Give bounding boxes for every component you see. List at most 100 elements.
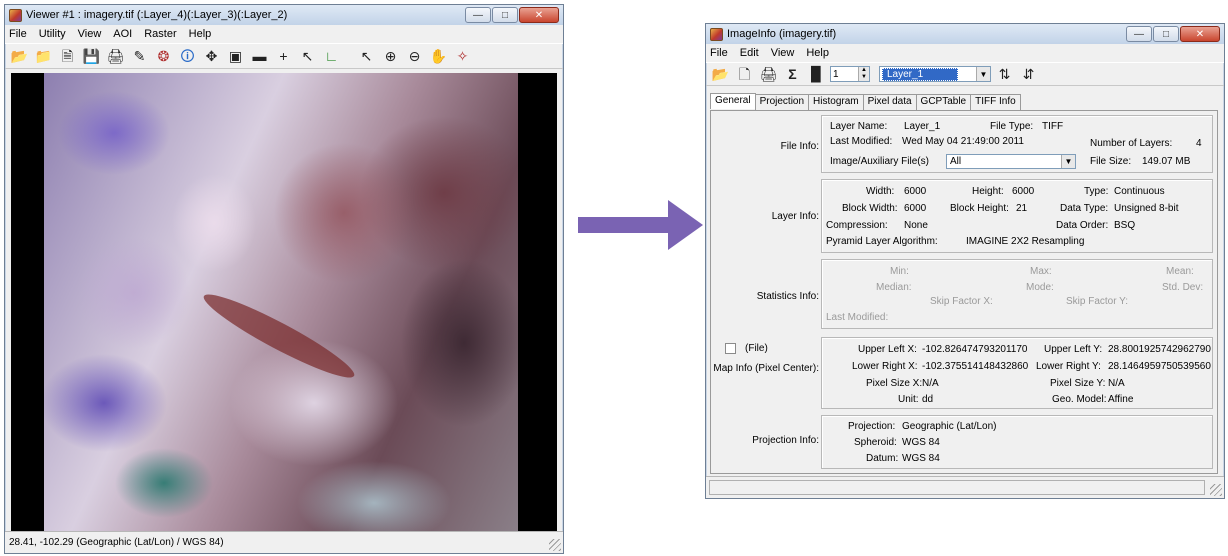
sort-down-icon[interactable]: ⇵	[1018, 64, 1039, 85]
menu-raster[interactable]: Raster	[144, 28, 176, 40]
layer-number-spinner[interactable]: 1 ▲ ▼	[830, 66, 870, 82]
general-panel: File Info: Layer Name: Layer_1 File Type…	[710, 110, 1218, 474]
viewer-titlebar[interactable]: Viewer #1 : imagery.tif (:Layer_4)(:Laye…	[5, 5, 563, 25]
spheroid-label: Spheroid:	[854, 437, 897, 448]
type-label: Type:	[1084, 186, 1109, 197]
aux-files-select[interactable]: All ▼	[946, 154, 1076, 169]
projection-info-box: Projection: Geographic (Lat/Lon) Spheroi…	[821, 415, 1213, 469]
print-icon[interactable]: 🖨	[105, 46, 126, 67]
stat-median-label: Median:	[876, 282, 912, 293]
minimize-button[interactable]: —	[1126, 26, 1152, 42]
sigma-icon[interactable]: Σ	[782, 64, 803, 85]
viewer-title: Viewer #1 : imagery.tif (:Layer_4)(:Laye…	[26, 9, 288, 21]
print-icon[interactable]: 🖨	[758, 64, 779, 85]
datum-label: Datum:	[866, 453, 899, 464]
tab-general[interactable]: General	[710, 93, 756, 109]
file-checkbox[interactable]	[725, 343, 736, 354]
num-layers-value: 4	[1196, 138, 1202, 149]
datum-value: WGS 84	[902, 453, 940, 464]
layer-select[interactable]: Layer_1 ▼	[879, 66, 991, 82]
zoom-full-icon[interactable]: ✥	[201, 46, 222, 67]
menu-view[interactable]: View	[78, 28, 102, 40]
close-button[interactable]: ✕	[519, 7, 559, 23]
tab-tiff-info[interactable]: TIFF Info	[970, 94, 1021, 110]
file-info-label: File Info:	[780, 141, 819, 152]
viewer-statusbar: 28.41, -102.29 (Geographic (Lat/Lon) / W…	[5, 531, 563, 553]
page-icon[interactable]: 🗎	[57, 46, 78, 67]
profile-icon[interactable]: ∟	[321, 46, 342, 67]
upper-left-y-label: Upper Left Y:	[1044, 344, 1103, 355]
tab-gcptable[interactable]: GCPTable	[915, 94, 972, 110]
unit-value: dd	[922, 394, 934, 405]
tab-pixel-data[interactable]: Pixel data	[862, 94, 917, 110]
pointer-arrow-icon[interactable]: ↖	[297, 46, 318, 67]
sort-up-icon[interactable]: ⇅	[994, 64, 1015, 85]
image-ridge	[197, 284, 361, 388]
imageinfo-window: ImageInfo (imagery.tif) — □ ✕ File Edit …	[705, 23, 1225, 499]
spinner-arrows[interactable]: ▲ ▼	[858, 67, 869, 81]
menu-view[interactable]: View	[771, 47, 795, 59]
menu-file[interactable]: File	[710, 47, 728, 59]
map-canvas[interactable]	[11, 73, 557, 533]
pan-hand-icon[interactable]: ✋	[428, 46, 449, 67]
save-icon[interactable]: 💾	[81, 46, 102, 67]
minimize-button[interactable]: —	[465, 7, 491, 23]
inquire-icon[interactable]: ✧	[452, 46, 473, 67]
viewer-menubar: File Utility View AOI Raster Help	[5, 25, 563, 43]
resize-grip[interactable]	[549, 539, 561, 551]
open-folder-icon[interactable]: 📂	[9, 46, 30, 67]
data-order-value: BSQ	[1114, 220, 1136, 231]
file-type-value: TIFF	[1042, 121, 1064, 132]
file-type-label: File Type:	[990, 121, 1034, 132]
menu-edit[interactable]: Edit	[740, 47, 759, 59]
new-page-icon[interactable]: 🗋	[734, 64, 755, 85]
pyramid-label: Pyramid Layer Algorithm:	[826, 236, 938, 247]
projection-info-label: Projection Info:	[752, 435, 819, 446]
tab-histogram[interactable]: Histogram	[808, 94, 864, 110]
projection-label: Projection:	[848, 421, 896, 432]
viewer-app-icon	[9, 8, 22, 22]
tab-projection[interactable]: Projection	[754, 94, 810, 110]
fit-window-icon[interactable]: ▣	[225, 46, 246, 67]
statistics-info-label: Statistics Info:	[756, 291, 819, 302]
stat-min-label: Min:	[890, 266, 909, 277]
file-checkbox-label: (File)	[745, 343, 768, 354]
crosshair-icon[interactable]: +	[273, 46, 294, 67]
close-button[interactable]: ✕	[1180, 26, 1220, 42]
open-folder-icon[interactable]: 📂	[710, 64, 731, 85]
histogram-icon[interactable]: ▉	[806, 64, 827, 85]
open-layer-icon[interactable]: 📁	[33, 46, 54, 67]
aoi-icon[interactable]: ❂	[153, 46, 174, 67]
zoom-out-icon[interactable]: ⊖	[404, 46, 425, 67]
eraser-icon[interactable]: ✎	[129, 46, 150, 67]
maximize-button[interactable]: □	[492, 7, 518, 23]
resize-grip[interactable]	[1210, 484, 1222, 496]
height-value: 6000	[1012, 186, 1035, 197]
map-info-label: Map Info (Pixel Center):	[713, 363, 819, 374]
type-value: Continuous	[1114, 186, 1165, 197]
menu-help[interactable]: Help	[806, 47, 829, 59]
select-arrow-icon[interactable]: ↖	[356, 46, 377, 67]
imageinfo-titlebar[interactable]: ImageInfo (imagery.tif) — □ ✕	[706, 24, 1224, 44]
zoom-in-icon[interactable]: ⊕	[380, 46, 401, 67]
chevron-down-icon[interactable]: ▼	[976, 67, 990, 81]
pixel-size-x-label: Pixel Size X:	[866, 378, 923, 389]
layer-info-label: Layer Info:	[771, 211, 819, 222]
menu-help[interactable]: Help	[189, 28, 212, 40]
info-icon[interactable]: 🛈	[177, 46, 198, 67]
menu-file[interactable]: File	[9, 28, 27, 40]
maximize-button[interactable]: □	[1153, 26, 1179, 42]
chevron-down-icon[interactable]: ▼	[1061, 155, 1075, 168]
compression-value: None	[904, 220, 928, 231]
imageinfo-tabs: General Projection Histogram Pixel data …	[710, 93, 1021, 110]
coordinate-readout: 28.41, -102.29 (Geographic (Lat/Lon) / W…	[9, 537, 224, 548]
data-order-label: Data Order:	[1056, 220, 1109, 231]
projection-value: Geographic (Lat/Lon)	[902, 421, 997, 432]
height-label: Height:	[972, 186, 1004, 197]
measure-icon[interactable]: ▬	[249, 46, 270, 67]
file-info-box: Layer Name: Layer_1 File Type: TIFF Last…	[821, 115, 1213, 173]
menu-aoi[interactable]: AOI	[113, 28, 132, 40]
menu-utility[interactable]: Utility	[39, 28, 66, 40]
skip-factor-x-label: Skip Factor X:	[930, 296, 993, 307]
stat-last-modified-label: Last Modified:	[826, 312, 889, 323]
